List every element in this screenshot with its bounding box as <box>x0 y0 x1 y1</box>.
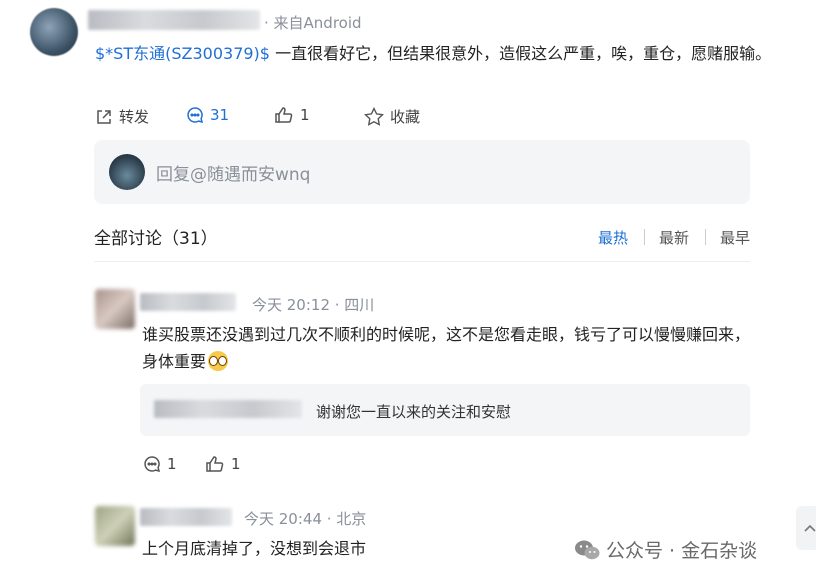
star-icon <box>364 107 384 126</box>
comment-text: 上个月底清掉了，没想到会退市 <box>142 539 367 558</box>
reply-author-blurred[interactable] <box>154 400 302 418</box>
discussion-title: 全部讨论（31） <box>94 229 218 249</box>
reply-input-box[interactable]: 回复@随遇而安wnq <box>94 140 750 204</box>
like-button[interactable]: 1 <box>274 106 310 124</box>
favorite-label: 收藏 <box>390 108 421 126</box>
comment-reply-button[interactable]: 1 <box>143 455 177 473</box>
scroll-top-button[interactable] <box>796 506 816 550</box>
comment-text: 谁买股票还没遇到过几次不顺利的时候呢，这不是您看走眼，钱亏了可以慢慢赚回来，身体… <box>142 321 754 375</box>
comment-meta: 今天 20:12 · 四川 <box>252 296 375 314</box>
stock-tag-link[interactable]: $*ST东通(SZ300379)$ <box>95 44 270 63</box>
watermark: 公众号 · 金石杂谈 <box>574 536 757 563</box>
commenter-name-blurred[interactable] <box>140 293 236 311</box>
share-icon <box>97 109 111 124</box>
commenter-name-blurred[interactable] <box>140 508 232 526</box>
sort-new-tab[interactable]: 最新 <box>659 227 689 248</box>
comment-icon <box>144 456 161 473</box>
sort-hot-tab[interactable]: 最热 <box>598 227 628 248</box>
comment-avatar[interactable] <box>95 506 135 546</box>
sort-separator <box>644 229 645 245</box>
favorite-button[interactable]: 收藏 <box>364 106 420 127</box>
author-avatar[interactable] <box>30 8 78 56</box>
post-body: $*ST东通(SZ300379)$ 一直很看好它，但结果很意外，造假这么严重，唉… <box>95 40 775 68</box>
repost-label: 转发 <box>119 108 150 126</box>
comment-text-content: 谁买股票还没遇到过几次不顺利的时候呢，这不是您看走眼，钱亏了可以慢慢赚回来，身体… <box>142 325 751 371</box>
comment-like-count: 1 <box>231 455 241 473</box>
thumbs-up-icon <box>206 456 224 472</box>
nested-reply: 谢谢您一直以来的关注和安慰 <box>140 384 750 436</box>
nested-reply-text: 谢谢您一直以来的关注和安慰 <box>316 403 512 421</box>
comment-count: 31 <box>210 106 230 124</box>
comment-avatar[interactable] <box>95 289 135 329</box>
post-source: · 来自Android <box>264 14 362 32</box>
comment-reply-count: 1 <box>167 455 177 473</box>
reply-placeholder: 回复@随遇而安wnq <box>156 165 311 185</box>
current-user-avatar <box>109 154 145 190</box>
chevron-up-icon <box>804 524 816 532</box>
divider <box>94 261 750 262</box>
thumbs-up-icon <box>275 107 293 123</box>
post-text: 一直很看好它，但结果很意外，造假这么严重，唉，重仓，愿赌服输。 <box>269 44 772 63</box>
sort-old-tab[interactable]: 最早 <box>720 227 750 248</box>
watermark-text: 公众号 · 金石杂谈 <box>606 540 758 562</box>
wechat-icon <box>575 540 600 559</box>
like-count: 1 <box>300 106 310 124</box>
comment-meta: 今天 20:44 · 北京 <box>244 510 367 528</box>
comment-button[interactable]: 31 <box>186 106 229 124</box>
pleading-face-emoji-icon <box>208 351 229 371</box>
repost-button[interactable]: 转发 <box>95 106 149 127</box>
comment-like-button[interactable]: 1 <box>205 455 241 473</box>
sort-separator <box>705 229 706 245</box>
comment-icon <box>187 107 204 124</box>
author-name-blurred[interactable] <box>88 10 260 30</box>
